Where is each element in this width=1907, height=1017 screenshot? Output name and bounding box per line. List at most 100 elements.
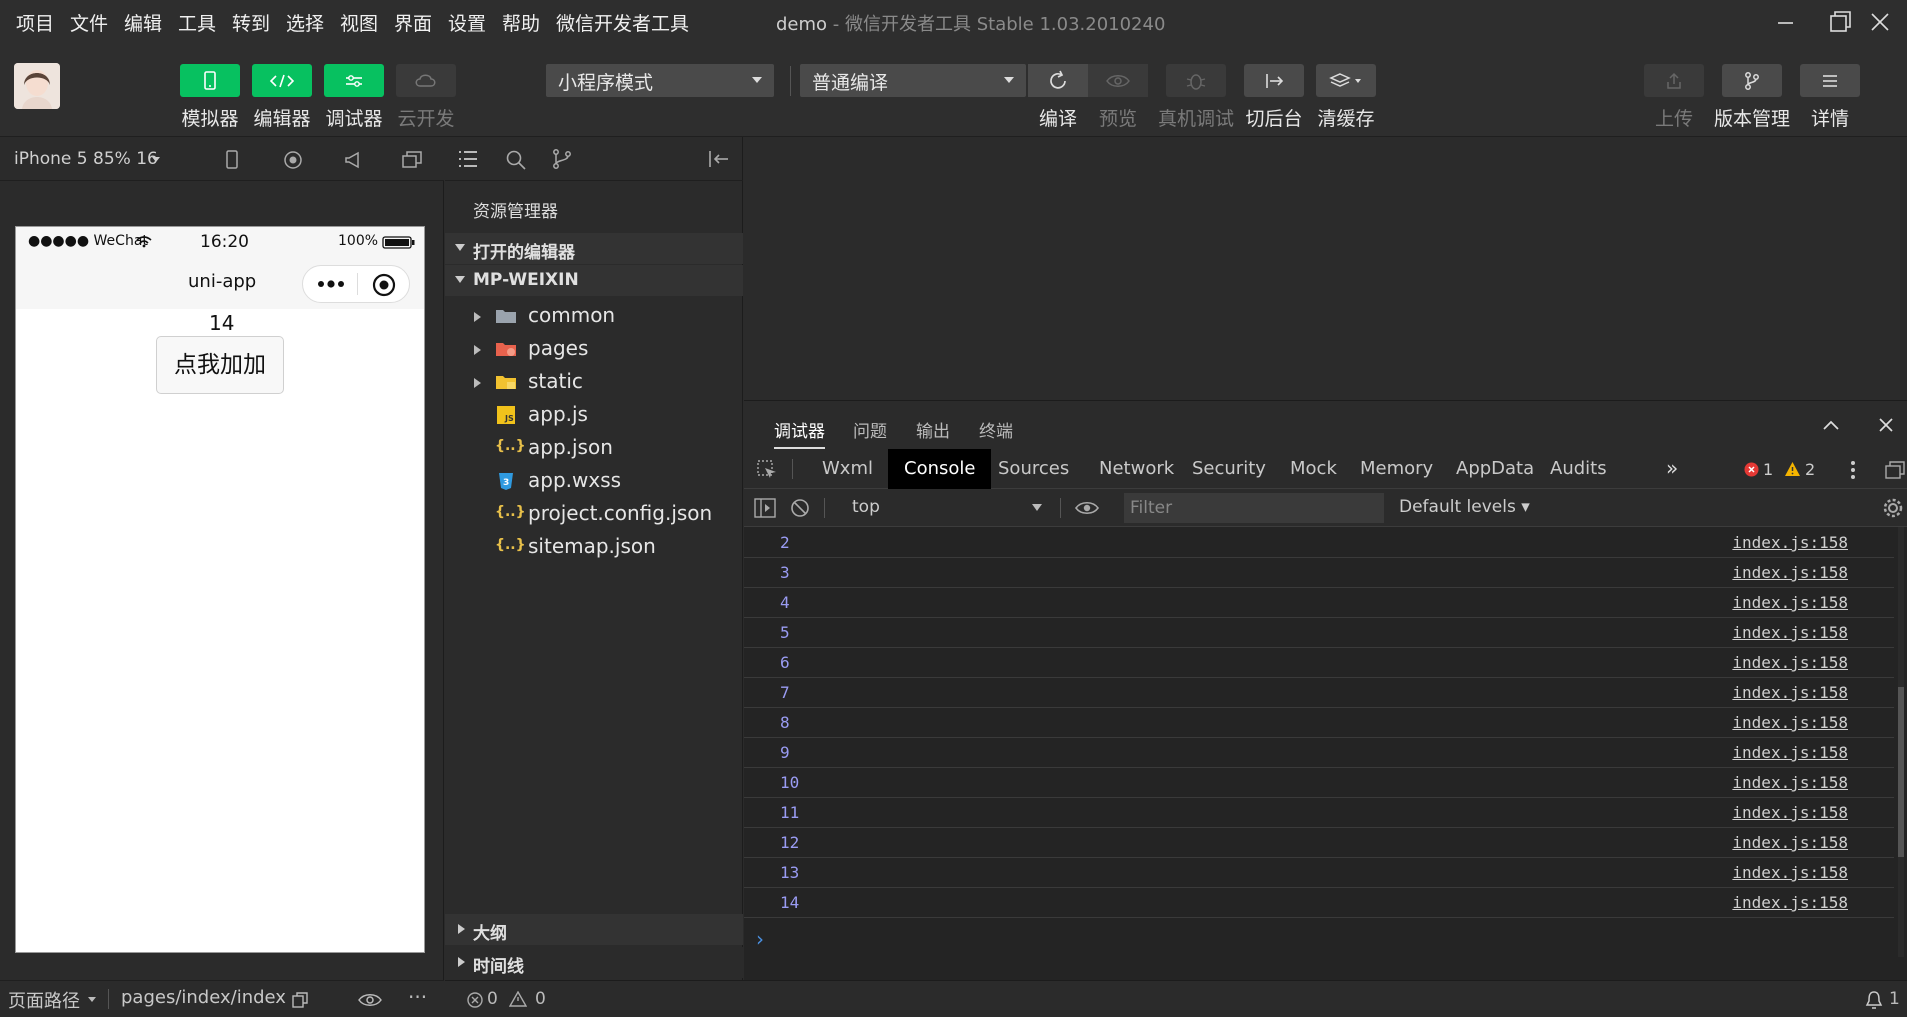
chevron-down-icon[interactable] [1032,504,1042,511]
tab-mock[interactable]: Mock [1274,449,1353,489]
open-editors-section[interactable]: 打开的编辑器 [445,233,743,264]
version-button[interactable] [1722,64,1782,97]
tab-security[interactable]: Security [1176,449,1282,489]
chevron-up-icon [1823,420,1839,430]
close-window-icon[interactable] [1860,6,1900,38]
cloud-button[interactable] [396,64,456,97]
file-tree-item[interactable]: pages [445,333,743,366]
outline-section[interactable]: 大纲 [445,914,743,945]
menu-help[interactable]: 帮助 [502,9,540,36]
simulator-button[interactable] [180,64,240,97]
clear-cache-button[interactable] [1316,64,1376,97]
capsule-menu[interactable] [302,265,410,303]
log-source-link[interactable]: index.js:158 [1732,743,1848,762]
source-control-icon [553,149,571,169]
scrollbar-thumb[interactable] [1898,687,1904,857]
device-select[interactable]: iPhone 5 85% 16 [14,149,158,169]
menu-devtools[interactable]: 微信开发者工具 [556,9,689,36]
refresh-icon [1050,70,1066,89]
log-source-link[interactable]: index.js:158 [1732,863,1848,882]
log-source-link[interactable]: index.js:158 [1732,593,1848,612]
menu-select[interactable]: 选择 [286,9,324,36]
log-source-link[interactable]: index.js:158 [1732,833,1848,852]
explorer-activity-bar [445,137,743,181]
avatar[interactable] [14,63,60,109]
log-source-link[interactable]: index.js:158 [1732,563,1848,582]
menu-goto[interactable]: 转到 [232,9,270,36]
volume-icon[interactable] [342,149,364,171]
restore-icon[interactable] [1820,6,1860,38]
device-icon[interactable] [222,149,242,171]
menu-tools[interactable]: 工具 [178,9,216,36]
menu-view[interactable]: 视图 [340,9,378,36]
minimize-icon[interactable] [1765,6,1805,38]
file-list-icon [459,151,477,167]
console-prompt[interactable]: › [744,926,1894,956]
tab-wxml[interactable]: Wxml [806,449,889,489]
menu-settings[interactable]: 设置 [448,9,486,36]
details-button[interactable] [1800,64,1860,97]
file-tree-item[interactable]: JS app.js [445,399,743,432]
tab-console[interactable]: Console [888,449,992,489]
chevron-down-icon[interactable] [88,997,96,1002]
log-source-link[interactable]: index.js:158 [1732,623,1848,642]
menu-file[interactable]: 文件 [70,9,108,36]
file-tree-item[interactable]: static [445,366,743,399]
more-options-icon[interactable]: ··· [408,985,427,1009]
mode-select[interactable]: 小程序模式 [546,64,774,97]
menu-interface[interactable]: 界面 [394,9,432,36]
record-icon[interactable] [282,149,304,171]
popout-icon[interactable] [400,149,424,171]
log-levels-select[interactable]: Default levels ▾ [1399,497,1530,517]
tab-terminal[interactable]: 终端 [979,417,1013,442]
file-tree-item[interactable]: common [445,300,743,333]
notification-count[interactable]: 1 [1889,989,1900,1009]
status-warning-count[interactable]: 0 [535,989,546,1009]
remote-debug-button[interactable] [1166,64,1226,97]
debugger-button[interactable] [324,64,384,97]
file-tree-item[interactable]: {..} project.config.json [445,498,743,531]
menu-edit[interactable]: 编辑 [124,9,162,36]
timeline-section[interactable]: 时间线 [445,947,743,978]
menu-project[interactable]: 项目 [16,9,54,36]
increment-button[interactable]: 点我加加 [156,336,284,394]
divider [790,66,791,96]
tab-audits[interactable]: Audits [1534,449,1623,489]
file-tree-item[interactable]: {..} sitemap.json [445,531,743,564]
log-source-link[interactable]: index.js:158 [1732,683,1848,702]
warning-count[interactable]: 2 [1805,460,1815,479]
editor-button[interactable] [252,64,312,97]
error-count[interactable]: 1 [1763,460,1773,479]
log-source-link[interactable]: index.js:158 [1732,533,1848,552]
compile-select[interactable]: 普通编译 [800,64,1026,97]
filter-input[interactable]: Filter [1124,493,1384,523]
background-button[interactable] [1244,64,1304,97]
upload-button[interactable] [1644,64,1704,97]
console-scrollbar[interactable] [1898,527,1904,957]
status-error-count[interactable]: 0 [487,989,498,1009]
log-source-link[interactable]: index.js:158 [1732,653,1848,672]
tab-memory[interactable]: Memory [1344,449,1449,489]
project-section[interactable]: MP-WEIXIN [445,265,743,296]
file-tree-item[interactable]: 3 app.wxss [445,465,743,498]
chevron-down-icon[interactable] [152,157,160,162]
context-select[interactable]: top [852,497,880,517]
log-source-link[interactable]: index.js:158 [1732,803,1848,822]
tab-output[interactable]: 输出 [916,417,950,442]
file-tree-item[interactable]: {..} app.json [445,432,743,465]
warning-outline-icon [509,991,527,1007]
tab-network[interactable]: Network [1083,449,1190,489]
log-source-link[interactable]: index.js:158 [1732,773,1848,792]
page-path-label[interactable]: 页面路径 [8,987,80,1013]
warning-icon [1785,462,1800,476]
menu-icon [1823,74,1837,87]
tab-problems[interactable]: 问题 [853,417,887,442]
compile-button[interactable] [1028,64,1088,97]
tab-debugger[interactable]: 调试器 [774,417,825,449]
preview-button[interactable] [1088,64,1148,97]
log-source-link[interactable]: index.js:158 [1732,893,1848,912]
more-tabs-icon[interactable]: » [1666,456,1678,480]
wifi-icon [136,236,152,248]
tab-sources[interactable]: Sources [982,449,1085,489]
log-source-link[interactable]: index.js:158 [1732,713,1848,732]
